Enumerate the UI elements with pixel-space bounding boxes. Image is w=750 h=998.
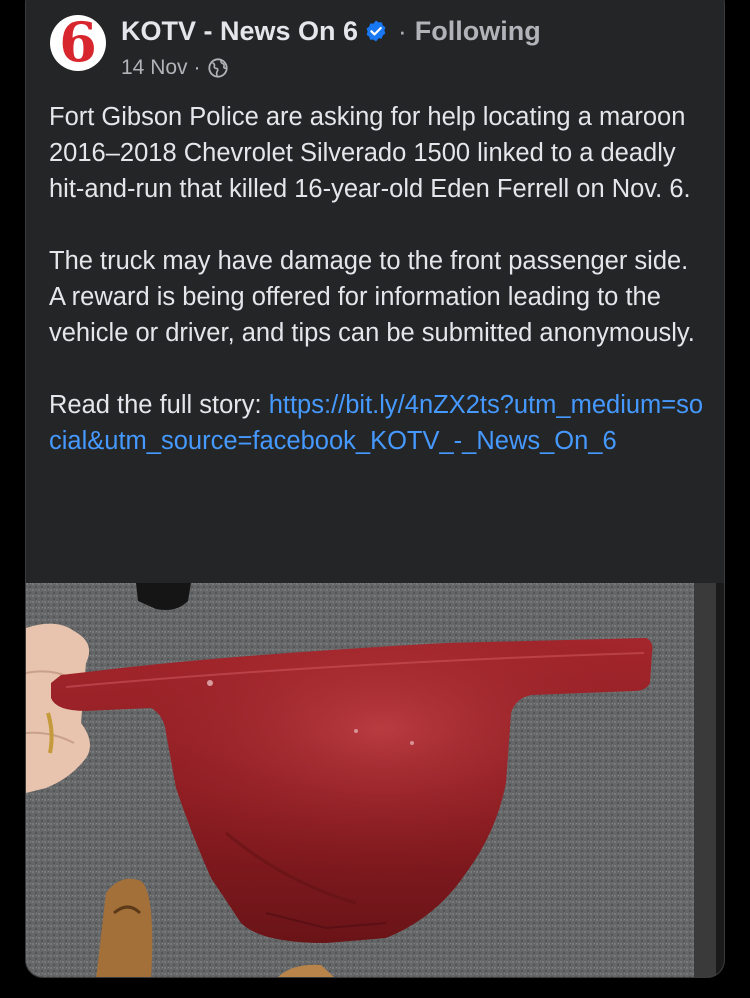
- post-date-link[interactable]: 14 Nov: [121, 56, 188, 80]
- post-meta: KOTV - News On 6 · Following 14 Nov ·: [121, 15, 541, 81]
- post-card: 6 KOTV - News On 6 · Following 14 Nov ·: [25, 0, 725, 978]
- separator-dot: ·: [398, 15, 407, 46]
- name-row: KOTV - News On 6 · Following: [121, 15, 541, 47]
- post-body: Fort Gibson Police are asking for help l…: [49, 99, 709, 459]
- page-avatar[interactable]: 6: [50, 15, 106, 71]
- post-paragraph: The truck may have damage to the front p…: [49, 247, 695, 347]
- post-header: 6 KOTV - News On 6 · Following 14 Nov ·: [50, 15, 541, 81]
- date-separator: ·: [193, 56, 201, 79]
- globe-icon: [207, 58, 228, 78]
- read-more-paragraph: Read the full story: https://bit.ly/4nZX…: [49, 387, 709, 459]
- following-button[interactable]: Following: [415, 16, 541, 47]
- post-photo[interactable]: [26, 583, 724, 977]
- date-row: 14 Nov ·: [121, 55, 541, 81]
- page-name-link[interactable]: KOTV - News On 6: [121, 16, 358, 47]
- post-paragraph: Fort Gibson Police are asking for help l…: [49, 103, 691, 203]
- read-more-label: Read the full story:: [49, 391, 269, 419]
- avatar-logo: 6: [59, 15, 97, 71]
- truck-part-photo: [26, 583, 724, 977]
- verified-badge-icon: [366, 20, 386, 42]
